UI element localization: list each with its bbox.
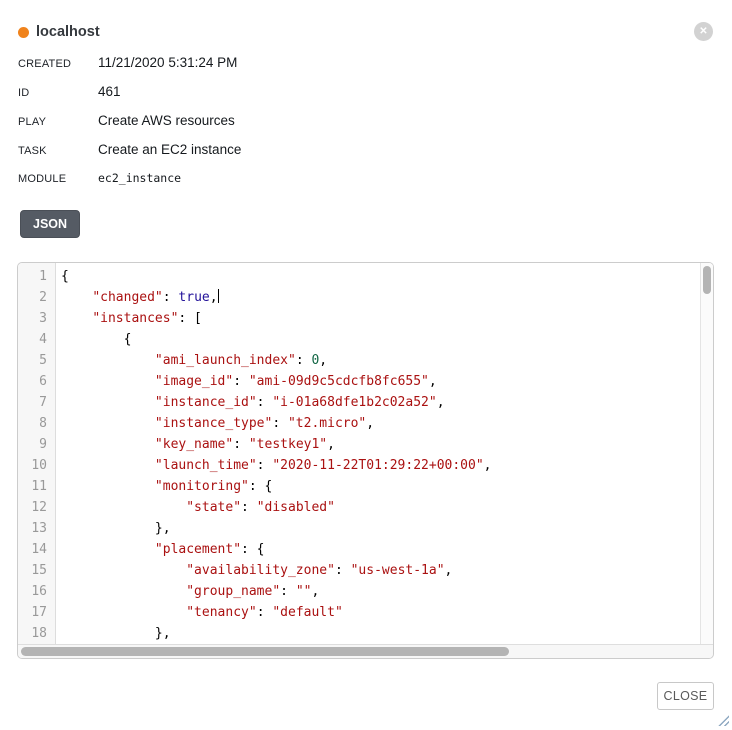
line-number: 2 bbox=[18, 287, 55, 308]
line-number: 14 bbox=[18, 539, 55, 560]
code-line: 16 "group_name": "", bbox=[18, 581, 713, 602]
field-row-created: CREATED 11/21/2020 5:31:24 PM bbox=[18, 55, 241, 84]
line-number: 3 bbox=[18, 308, 55, 329]
code-line: 3 "instances": [ bbox=[18, 308, 713, 329]
field-value: 461 bbox=[98, 84, 121, 99]
line-number: 13 bbox=[18, 518, 55, 539]
field-label: MODULE bbox=[18, 173, 98, 185]
host-event-modal: localhost ✕ CREATED 11/21/2020 5:31:24 P… bbox=[0, 0, 732, 730]
code-line: 17 "tenancy": "default" bbox=[18, 602, 713, 623]
field-value: Create an EC2 instance bbox=[98, 142, 241, 157]
code-line: 2 "changed": true, bbox=[18, 287, 713, 308]
json-code-editor[interactable]: 1{2 "changed": true,3 "instances": [4 {5… bbox=[17, 262, 714, 659]
code-line: 13 }, bbox=[18, 518, 713, 539]
line-number: 18 bbox=[18, 623, 55, 644]
modal-header: localhost bbox=[18, 20, 714, 44]
field-value: Create AWS resources bbox=[98, 113, 235, 128]
line-number: 5 bbox=[18, 350, 55, 371]
line-number: 7 bbox=[18, 392, 55, 413]
line-number: 16 bbox=[18, 581, 55, 602]
line-number: 9 bbox=[18, 434, 55, 455]
field-label: ID bbox=[18, 87, 98, 99]
close-icon[interactable]: ✕ bbox=[694, 22, 713, 41]
resize-handle-icon[interactable] bbox=[718, 715, 729, 726]
event-detail-fields: CREATED 11/21/2020 5:31:24 PM ID 461 PLA… bbox=[18, 55, 241, 200]
line-number: 8 bbox=[18, 413, 55, 434]
code-line: 10 "launch_time": "2020-11-22T01:29:22+0… bbox=[18, 455, 713, 476]
json-view-button[interactable]: JSON bbox=[20, 210, 80, 238]
code-line: 8 "instance_type": "t2.micro", bbox=[18, 413, 713, 434]
line-number: 4 bbox=[18, 329, 55, 350]
line-number: 15 bbox=[18, 560, 55, 581]
line-number: 6 bbox=[18, 371, 55, 392]
horizontal-scrollbar[interactable] bbox=[18, 644, 713, 658]
field-label: TASK bbox=[18, 145, 98, 157]
code-lines: 1{2 "changed": true,3 "instances": [4 {5… bbox=[18, 263, 713, 644]
code-line: 7 "instance_id": "i-01a68dfe1b2c02a52", bbox=[18, 392, 713, 413]
close-button[interactable]: CLOSE bbox=[657, 682, 714, 710]
field-row-play: PLAY Create AWS resources bbox=[18, 113, 241, 142]
field-label: PLAY bbox=[18, 116, 98, 128]
code-line: 4 { bbox=[18, 329, 713, 350]
field-row-id: ID 461 bbox=[18, 84, 241, 113]
host-status-changed-icon bbox=[18, 27, 29, 38]
code-line: 6 "image_id": "ami-09d9c5cdcfb8fc655", bbox=[18, 371, 713, 392]
code-line: 15 "availability_zone": "us-west-1a", bbox=[18, 560, 713, 581]
code-line: 18 }, bbox=[18, 623, 713, 644]
code-line: 14 "placement": { bbox=[18, 539, 713, 560]
line-number: 1 bbox=[18, 266, 55, 287]
code-line: 11 "monitoring": { bbox=[18, 476, 713, 497]
line-number: 11 bbox=[18, 476, 55, 497]
field-value: ec2_instance bbox=[98, 171, 181, 185]
code-line: 12 "state": "disabled" bbox=[18, 497, 713, 518]
code-line: 5 "ami_launch_index": 0, bbox=[18, 350, 713, 371]
horizontal-scrollbar-thumb[interactable] bbox=[21, 647, 509, 656]
field-row-task: TASK Create an EC2 instance bbox=[18, 142, 241, 171]
field-row-module: MODULE ec2_instance bbox=[18, 171, 241, 200]
field-label: CREATED bbox=[18, 58, 98, 70]
text-cursor bbox=[218, 289, 219, 303]
code-line: 1{ bbox=[18, 266, 713, 287]
field-value: 11/21/2020 5:31:24 PM bbox=[98, 55, 237, 70]
vertical-scrollbar-thumb[interactable] bbox=[703, 266, 711, 294]
host-title: localhost bbox=[36, 24, 100, 40]
line-number: 17 bbox=[18, 602, 55, 623]
vertical-scrollbar[interactable] bbox=[700, 263, 713, 644]
line-number: 10 bbox=[18, 455, 55, 476]
code-line: 9 "key_name": "testkey1", bbox=[18, 434, 713, 455]
line-number: 12 bbox=[18, 497, 55, 518]
